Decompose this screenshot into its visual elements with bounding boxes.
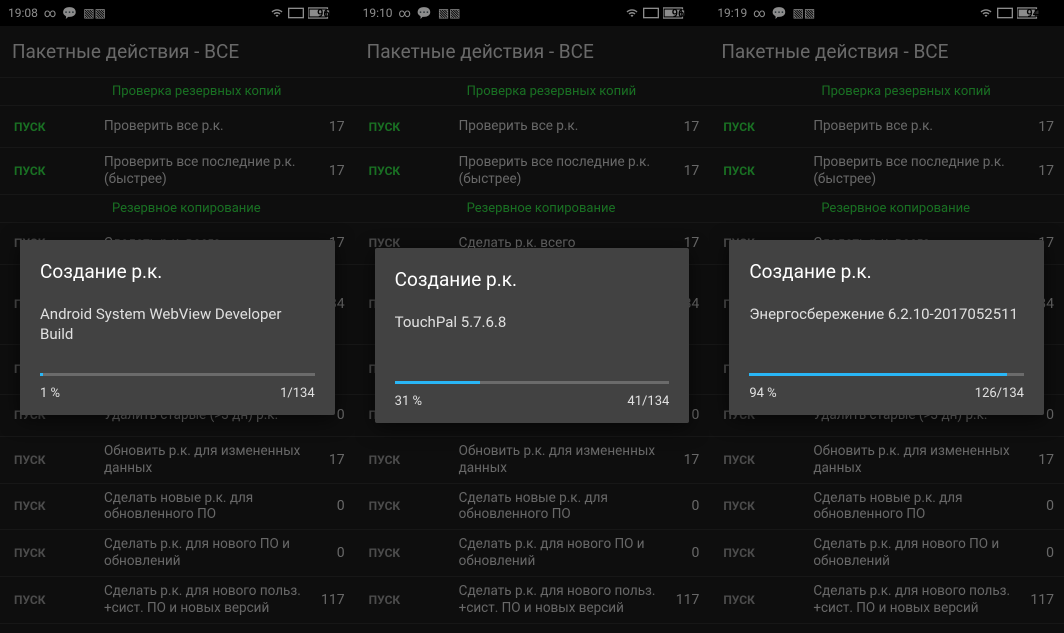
progress-count: 1/134: [280, 386, 315, 401]
progress-count: 41/134: [627, 394, 669, 409]
progress-dialog: Создание р.к. Энергосбережение 6.2.10-20…: [729, 240, 1044, 415]
progress-fill: [40, 373, 43, 376]
progress-bar: [749, 373, 1024, 376]
progress-bar: [40, 373, 315, 376]
progress-fill: [749, 373, 1007, 376]
dialog-title: Создание р.к.: [395, 268, 670, 291]
dialog-message: Энергосбережение 6.2.10-2017052511: [749, 305, 1024, 345]
dialog-message: Android System WebView Developer Build: [40, 305, 315, 345]
progress-percent: 1 %: [40, 386, 60, 401]
progress-percent: 94 %: [749, 386, 776, 401]
dialog-message: TouchPal 5.7.6.8: [395, 313, 670, 353]
progress-percent: 31 %: [395, 394, 422, 409]
progress-dialog: Создание р.к. TouchPal 5.7.6.8 31 % 41/1…: [375, 248, 690, 423]
dialog-title: Создание р.к.: [749, 260, 1024, 283]
progress-count: 126/134: [975, 386, 1024, 401]
screen-2: 19:10 ∞ 💬 ▧▧ 96 Пакетные действия - ВСЕ …: [355, 0, 710, 633]
progress-fill: [395, 381, 480, 384]
progress-bar: [395, 381, 670, 384]
screen-1: 19:08 ∞ 💬 ▧▧ 96 Пакетные действия - ВСЕ …: [0, 0, 355, 633]
screen-3: 19:19 ∞ 💬 ▧▧ 94 Пакетные действия - ВСЕ …: [709, 0, 1064, 633]
progress-dialog: Создание р.к. Android System WebView Dev…: [20, 240, 335, 415]
dialog-title: Создание р.к.: [40, 260, 315, 283]
